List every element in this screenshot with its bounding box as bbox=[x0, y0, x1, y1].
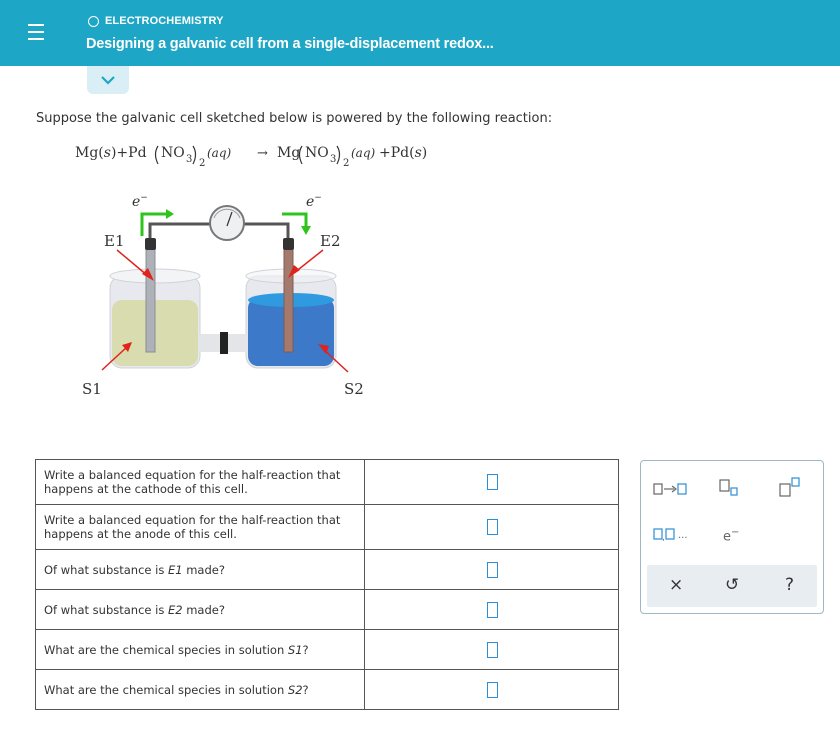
reaction-arrow-button[interactable] bbox=[653, 481, 693, 500]
superscript-button[interactable] bbox=[779, 477, 801, 501]
svg-text:→: → bbox=[257, 146, 268, 161]
table-row: Of what substance is E1 made? bbox=[35, 549, 619, 590]
electron-text: e bbox=[723, 529, 731, 545]
subscript-icon bbox=[719, 479, 738, 496]
question-table: Write a balanced equation for the half-r… bbox=[35, 459, 619, 710]
table-row: Write a balanced equation for the half-r… bbox=[35, 459, 619, 505]
reaction-arrow-icon bbox=[653, 483, 687, 495]
svg-text:(aq): (aq) bbox=[207, 146, 232, 160]
superscript-icon bbox=[779, 477, 800, 497]
undo-icon: ↺ bbox=[725, 575, 740, 595]
clear-button[interactable]: × bbox=[669, 575, 683, 595]
galvanic-cell-diagram: e− e− E1 E2 S1 S2 bbox=[70, 188, 390, 408]
label-e1: E1 bbox=[104, 232, 125, 250]
answer-input-cathode[interactable] bbox=[487, 474, 498, 490]
table-row: Write a balanced equation for the half-r… bbox=[35, 504, 619, 550]
electrode-e1 bbox=[145, 238, 156, 353]
svg-text:3: 3 bbox=[186, 154, 192, 165]
help-button[interactable]: ? bbox=[785, 575, 794, 595]
answer-cell bbox=[364, 629, 619, 670]
label-s2: S2 bbox=[344, 380, 364, 398]
svg-text:3: 3 bbox=[330, 154, 336, 165]
svg-text:(aq): (aq) bbox=[351, 146, 376, 160]
answer-cell bbox=[364, 459, 619, 505]
answer-input-anode[interactable] bbox=[487, 519, 498, 535]
question-cathode: Write a balanced equation for the half-r… bbox=[35, 459, 365, 505]
salt-bridge bbox=[198, 332, 248, 354]
svg-text:NO: NO bbox=[161, 145, 185, 161]
page-title: Designing a galvanic cell from a single-… bbox=[86, 36, 494, 52]
svg-text:e−: e− bbox=[306, 193, 322, 210]
question-anode: Write a balanced equation for the half-r… bbox=[35, 504, 365, 550]
ellipsis-text: ... bbox=[678, 530, 688, 541]
label-s1: S1 bbox=[82, 380, 102, 398]
reaction-equation: Mg(s)+Pd NO 3 2 (aq) → Mg NO 3 2 (aq) +P… bbox=[75, 140, 475, 180]
svg-text:NO: NO bbox=[305, 145, 329, 161]
table-row: Of what substance is E2 made? bbox=[35, 589, 619, 630]
answer-cell bbox=[364, 669, 619, 710]
question-prompt: Suppose the galvanic cell sketched below… bbox=[36, 111, 553, 126]
electrode-e2 bbox=[283, 238, 294, 353]
svg-text:Mg: Mg bbox=[277, 145, 300, 161]
question-s1: What are the chemical species in solutio… bbox=[35, 629, 365, 670]
svg-text:,: , bbox=[662, 533, 665, 541]
table-row: What are the chemical species in solutio… bbox=[35, 629, 619, 670]
electron-button[interactable]: e− bbox=[723, 527, 739, 544]
svg-text:+Pd(s): +Pd(s) bbox=[379, 145, 427, 161]
answer-input-e2[interactable] bbox=[487, 601, 498, 618]
answer-cell bbox=[364, 504, 619, 550]
voltmeter-icon bbox=[209, 205, 245, 241]
answer-input-s2[interactable] bbox=[487, 681, 498, 698]
svg-text:2: 2 bbox=[343, 158, 349, 169]
answer-input-s1[interactable] bbox=[487, 641, 498, 658]
state-symbol-icon: , bbox=[653, 528, 675, 541]
topic-text: ELECTROCHEMISTRY bbox=[105, 15, 224, 27]
topic-circle-icon bbox=[88, 15, 99, 27]
question-s2: What are the chemical species in solutio… bbox=[35, 669, 365, 710]
question-e1: Of what substance is E1 made? bbox=[35, 549, 365, 590]
svg-text:Mg(s)+Pd: Mg(s)+Pd bbox=[75, 145, 147, 161]
svg-text:e−: e− bbox=[132, 193, 148, 210]
expand-toggle[interactable] bbox=[87, 66, 129, 94]
palette-actions: × ↺ ? bbox=[647, 565, 817, 607]
subscript-button[interactable] bbox=[719, 479, 739, 501]
chevron-down-icon bbox=[101, 75, 115, 85]
topic-label: ELECTROCHEMISTRY bbox=[88, 15, 224, 27]
electron-left-label: e bbox=[132, 194, 140, 210]
undo-button[interactable]: ↺ bbox=[725, 575, 739, 595]
electron-sup: − bbox=[731, 527, 740, 538]
table-row: What are the chemical species in solutio… bbox=[35, 669, 619, 710]
equation-svg: Mg(s)+Pd NO 3 2 (aq) → Mg NO 3 2 (aq) +P… bbox=[75, 145, 427, 169]
svg-text:2: 2 bbox=[199, 158, 205, 169]
question-e2: Of what substance is E2 made? bbox=[35, 589, 365, 630]
tool-palette: , ... e− × ↺ ? bbox=[640, 460, 824, 614]
electron-right-label: e bbox=[306, 194, 314, 210]
menu-icon[interactable] bbox=[28, 24, 44, 40]
label-e2: E2 bbox=[320, 232, 341, 250]
answer-cell bbox=[364, 549, 619, 590]
state-symbol-button[interactable]: , ... bbox=[653, 527, 688, 541]
header-bar: ELECTROCHEMISTRY Designing a galvanic ce… bbox=[0, 0, 840, 66]
answer-input-e1[interactable] bbox=[487, 561, 498, 578]
answer-cell bbox=[364, 589, 619, 630]
